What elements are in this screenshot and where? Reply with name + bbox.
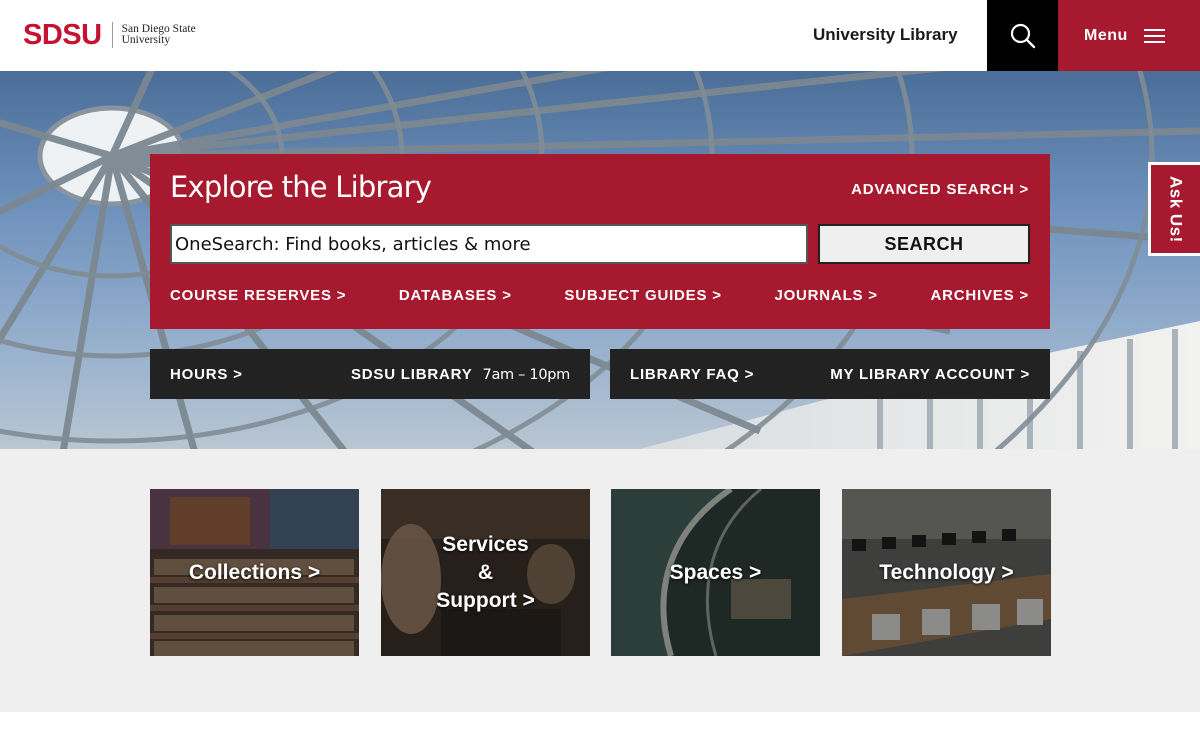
explore-title: Explore the Library [170,170,432,204]
services-support-label: Services & Support > [416,531,555,615]
sdsu-logo[interactable]: SDSU San Diego State University [23,18,196,52]
logo-mark: SDSU [23,18,102,51]
hours-location: SDSU LIBRARY [350,365,473,383]
subject-guides-link[interactable]: SUBJECT GUIDES > [564,287,721,304]
advanced-search-link[interactable]: ADVANCED SEARCH > [851,181,1029,198]
logo-line-2: University [121,34,171,46]
logo-wordmark: San Diego State University [121,23,196,46]
spaces-label: Spaces > [669,560,762,584]
hero-banner: Explore the Library ADVANCED SEARCH > SE… [0,71,1200,449]
collections-label: Collections > [188,560,321,584]
services-line-3: Support > [436,588,535,612]
search-button[interactable]: SEARCH [818,224,1030,264]
services-support-tile[interactable]: Services & Support > [381,489,590,656]
onesearch-input[interactable] [170,224,808,264]
services-line-1: Services [442,532,529,556]
technology-tile[interactable]: Technology > [842,489,1051,656]
course-reserves-link[interactable]: COURSE RESERVES > [170,287,346,304]
hours-bar: HOURS > SDSU LIBRARY 7am – 10pm [150,349,590,399]
spaces-tile[interactable]: Spaces > [611,489,820,656]
library-faq-link[interactable]: LIBRARY FAQ > [630,366,754,383]
ask-us-tab[interactable]: Ask Us! [1148,162,1200,256]
menu-button[interactable]: Menu [1058,0,1200,71]
technology-label: Technology > [879,560,1014,584]
header-search-button[interactable] [987,0,1058,71]
menu-label: Menu [1084,26,1128,44]
databases-link[interactable]: DATABASES > [399,287,512,304]
logo-divider [111,22,113,48]
services-line-2: & [477,560,494,584]
feature-tiles-section: Collections > Services & Support > Space… [0,449,1200,712]
site-title-link[interactable]: University Library [813,25,958,45]
explore-panel: Explore the Library ADVANCED SEARCH > SE… [150,154,1050,329]
account-bar: LIBRARY FAQ > MY LIBRARY ACCOUNT > [610,349,1050,399]
collections-tile[interactable]: Collections > [150,489,359,656]
ask-us-label: Ask Us! [1166,175,1186,243]
hours-link[interactable]: HOURS > [170,366,243,383]
my-library-account-link[interactable]: MY LIBRARY ACCOUNT > [830,366,1030,383]
hamburger-icon [1143,28,1165,43]
site-header: SDSU San Diego State University Universi… [0,0,1200,71]
search-icon [1010,23,1035,48]
hours-info: SDSU LIBRARY 7am – 10pm [351,366,570,383]
archives-link[interactable]: ARCHIVES > [931,287,1029,304]
quick-links: COURSE RESERVES > DATABASES > SUBJECT GU… [170,287,1029,304]
journals-link[interactable]: JOURNALS > [774,287,877,304]
hours-time: 7am – 10pm [482,366,571,383]
